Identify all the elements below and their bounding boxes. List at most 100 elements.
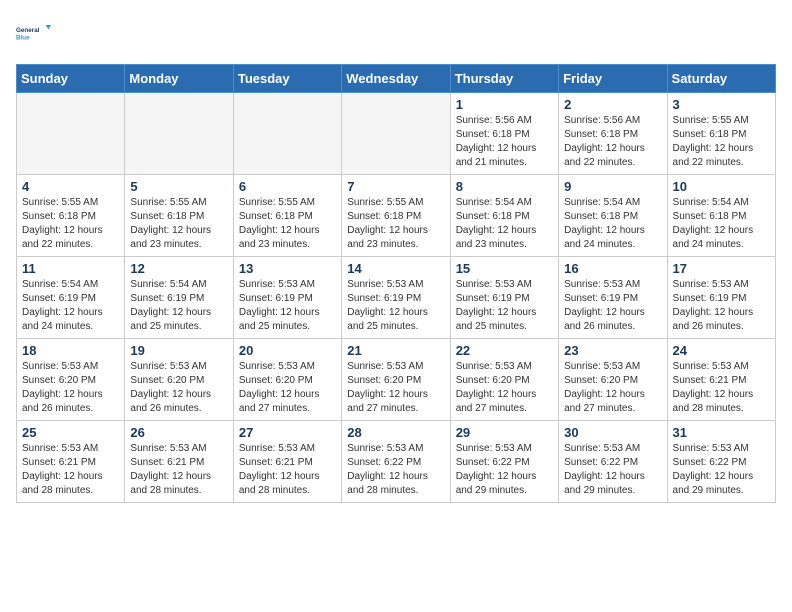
day-info: Sunrise: 5:53 AMSunset: 6:19 PMDaylight:… [673, 278, 770, 334]
calendar-cell: 2 Sunrise: 5:56 AMSunset: 6:18 PMDaylight… [559, 93, 667, 175]
calendar-week-row: 1Sunrise: 5:56 AMSunset: 6:18 PMDaylight… [17, 93, 776, 175]
day-number: 17 [673, 261, 770, 276]
calendar-cell: 22 Sunrise: 5:53 AMSunset: 6:20 PMDayligh… [450, 339, 558, 421]
day-number: 29 [456, 425, 553, 440]
weekday-header: Tuesday [233, 65, 341, 93]
day-number: 11 [22, 261, 119, 276]
calendar-cell: 15 Sunrise: 5:53 AMSunset: 6:19 PMDayligh… [450, 257, 558, 339]
weekday-header: Saturday [667, 65, 775, 93]
day-number: 5 [130, 179, 227, 194]
day-number: 9 [564, 179, 661, 194]
day-info: Sunrise: 5:54 AMSunset: 6:18 PMDaylight:… [673, 196, 770, 252]
calendar-cell: 21 Sunrise: 5:53 AMSunset: 6:20 PMDayligh… [342, 339, 450, 421]
day-info: Sunrise: 5:53 AMSunset: 6:21 PMDaylight:… [239, 442, 336, 498]
day-info: Sunrise: 5:53 AMSunset: 6:21 PMDaylight:… [130, 442, 227, 498]
calendar-cell: 25 Sunrise: 5:53 AMSunset: 6:21 PMDayligh… [17, 421, 125, 503]
calendar-week-row: 25 Sunrise: 5:53 AMSunset: 6:21 PMDayligh… [17, 421, 776, 503]
day-info: Sunrise: 5:56 AMSunset: 6:18 PMDaylight:… [456, 114, 553, 170]
day-info: Sunrise: 5:53 AMSunset: 6:20 PMDaylight:… [456, 360, 553, 416]
weekday-header: Thursday [450, 65, 558, 93]
weekday-header: Sunday [17, 65, 125, 93]
day-number: 7 [347, 179, 444, 194]
day-number: 19 [130, 343, 227, 358]
day-number: 18 [22, 343, 119, 358]
day-info: Sunrise: 5:53 AMSunset: 6:22 PMDaylight:… [347, 442, 444, 498]
logo: General Blue [16, 16, 52, 52]
svg-text:Blue: Blue [16, 34, 30, 41]
day-info: Sunrise: 5:53 AMSunset: 6:22 PMDaylight:… [673, 442, 770, 498]
day-number: 15 [456, 261, 553, 276]
day-number: 22 [456, 343, 553, 358]
day-info: Sunrise: 5:53 AMSunset: 6:20 PMDaylight:… [22, 360, 119, 416]
calendar-cell: 10 Sunrise: 5:54 AMSunset: 6:18 PMDayligh… [667, 175, 775, 257]
calendar-cell: 19 Sunrise: 5:53 AMSunset: 6:20 PMDayligh… [125, 339, 233, 421]
calendar-cell [17, 93, 125, 175]
day-info: Sunrise: 5:54 AMSunset: 6:19 PMDaylight:… [22, 278, 119, 334]
day-number: 24 [673, 343, 770, 358]
day-info: Sunrise: 5:54 AMSunset: 6:19 PMDaylight:… [130, 278, 227, 334]
day-info: Sunrise: 5:53 AMSunset: 6:19 PMDaylight:… [456, 278, 553, 334]
calendar-cell: 8 Sunrise: 5:54 AMSunset: 6:18 PMDaylight… [450, 175, 558, 257]
calendar-cell: 7 Sunrise: 5:55 AMSunset: 6:18 PMDaylight… [342, 175, 450, 257]
day-number: 25 [22, 425, 119, 440]
logo-icon: General Blue [16, 16, 52, 52]
day-number: 20 [239, 343, 336, 358]
day-number: 12 [130, 261, 227, 276]
calendar-cell: 14 Sunrise: 5:53 AMSunset: 6:19 PMDayligh… [342, 257, 450, 339]
day-info: Sunrise: 5:55 AMSunset: 6:18 PMDaylight:… [347, 196, 444, 252]
day-number: 14 [347, 261, 444, 276]
calendar-cell: 26 Sunrise: 5:53 AMSunset: 6:21 PMDayligh… [125, 421, 233, 503]
day-info: Sunrise: 5:53 AMSunset: 6:20 PMDaylight:… [239, 360, 336, 416]
weekday-header: Monday [125, 65, 233, 93]
day-number: 21 [347, 343, 444, 358]
day-number: 8 [456, 179, 553, 194]
day-info: Sunrise: 5:53 AMSunset: 6:22 PMDaylight:… [564, 442, 661, 498]
day-number: 16 [564, 261, 661, 276]
day-number: 3 [673, 97, 770, 112]
day-number: 4 [22, 179, 119, 194]
day-info: Sunrise: 5:55 AMSunset: 6:18 PMDaylight:… [239, 196, 336, 252]
day-info: Sunrise: 5:55 AMSunset: 6:18 PMDaylight:… [673, 114, 770, 170]
calendar-cell: 12 Sunrise: 5:54 AMSunset: 6:19 PMDayligh… [125, 257, 233, 339]
calendar-cell: 9Sunrise: 5:54 AMSunset: 6:18 PMDaylight… [559, 175, 667, 257]
calendar-cell: 28 Sunrise: 5:53 AMSunset: 6:22 PMDayligh… [342, 421, 450, 503]
day-info: Sunrise: 5:53 AMSunset: 6:19 PMDaylight:… [347, 278, 444, 334]
day-number: 6 [239, 179, 336, 194]
calendar-cell: 4 Sunrise: 5:55 AMSunset: 6:18 PMDaylight… [17, 175, 125, 257]
calendar-cell: 3 Sunrise: 5:55 AMSunset: 6:18 PMDaylight… [667, 93, 775, 175]
calendar-cell: 13Sunrise: 5:53 AMSunset: 6:19 PMDayligh… [233, 257, 341, 339]
calendar-cell: 17 Sunrise: 5:53 AMSunset: 6:19 PMDayligh… [667, 257, 775, 339]
day-info: Sunrise: 5:53 AMSunset: 6:22 PMDaylight:… [456, 442, 553, 498]
calendar-header-row: SundayMondayTuesdayWednesdayThursdayFrid… [17, 65, 776, 93]
day-number: 27 [239, 425, 336, 440]
day-number: 26 [130, 425, 227, 440]
calendar-table: SundayMondayTuesdayWednesdayThursdayFrid… [16, 64, 776, 503]
day-number: 10 [673, 179, 770, 194]
calendar-cell: 5Sunrise: 5:55 AMSunset: 6:18 PMDaylight… [125, 175, 233, 257]
calendar-cell [342, 93, 450, 175]
day-info: Sunrise: 5:53 AMSunset: 6:21 PMDaylight:… [22, 442, 119, 498]
calendar-cell: 31 Sunrise: 5:53 AMSunset: 6:22 PMDayligh… [667, 421, 775, 503]
calendar-cell: 16 Sunrise: 5:53 AMSunset: 6:19 PMDayligh… [559, 257, 667, 339]
day-number: 28 [347, 425, 444, 440]
calendar-cell: 18 Sunrise: 5:53 AMSunset: 6:20 PMDayligh… [17, 339, 125, 421]
day-number: 31 [673, 425, 770, 440]
day-info: Sunrise: 5:53 AMSunset: 6:20 PMDaylight:… [347, 360, 444, 416]
day-number: 13 [239, 261, 336, 276]
calendar-cell: 30Sunrise: 5:53 AMSunset: 6:22 PMDayligh… [559, 421, 667, 503]
calendar-cell: 24Sunrise: 5:53 AMSunset: 6:21 PMDayligh… [667, 339, 775, 421]
day-number: 23 [564, 343, 661, 358]
calendar-cell: 27 Sunrise: 5:53 AMSunset: 6:21 PMDayligh… [233, 421, 341, 503]
calendar-cell [125, 93, 233, 175]
day-info: Sunrise: 5:53 AMSunset: 6:20 PMDaylight:… [564, 360, 661, 416]
day-info: Sunrise: 5:55 AMSunset: 6:18 PMDaylight:… [22, 196, 119, 252]
day-info: Sunrise: 5:53 AMSunset: 6:20 PMDaylight:… [130, 360, 227, 416]
day-info: Sunrise: 5:53 AMSunset: 6:19 PMDaylight:… [564, 278, 661, 334]
day-number: 2 [564, 97, 661, 112]
calendar-cell: 6 Sunrise: 5:55 AMSunset: 6:18 PMDaylight… [233, 175, 341, 257]
svg-text:General: General [16, 27, 40, 34]
day-info: Sunrise: 5:56 AMSunset: 6:18 PMDaylight:… [564, 114, 661, 170]
page-header: General Blue [16, 16, 776, 52]
calendar-cell: 23 Sunrise: 5:53 AMSunset: 6:20 PMDayligh… [559, 339, 667, 421]
day-info: Sunrise: 5:54 AMSunset: 6:18 PMDaylight:… [456, 196, 553, 252]
